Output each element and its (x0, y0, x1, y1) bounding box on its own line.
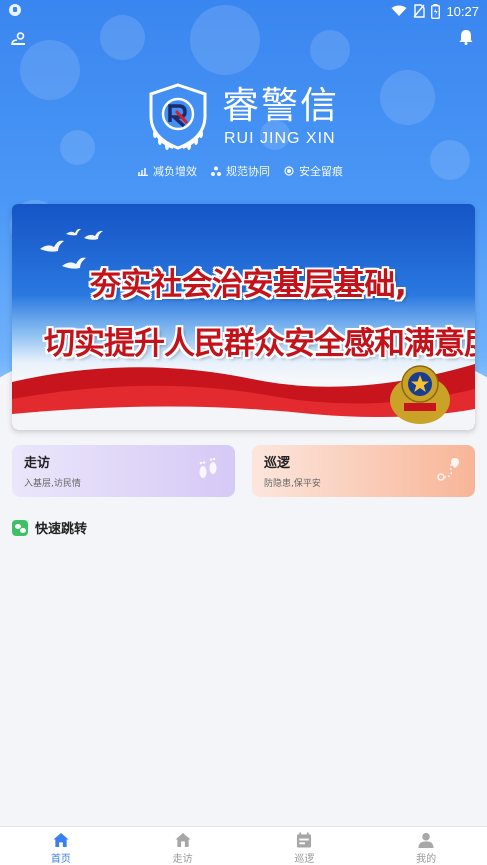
quick-jump-section: 快速跳转 (12, 518, 87, 537)
calendar-icon (297, 832, 312, 848)
nav-item-visit[interactable]: 走访 (122, 827, 244, 865)
battery-icon (431, 3, 441, 19)
tagline-label: 减负增效 (153, 165, 197, 178)
wechat-icon (12, 519, 28, 536)
nav-item-mine[interactable]: 我的 (365, 827, 487, 865)
user-icon (418, 832, 434, 848)
tagline-item: 安全留痕 (284, 163, 343, 179)
shield-status-icon (9, 4, 21, 16)
wifi-icon (391, 5, 407, 16)
visit-card-subtitle: 入基层,访民情 (24, 479, 81, 489)
nav-label: 首页 (50, 854, 71, 865)
visit-card[interactable]: 走访 入基层,访民情 (12, 445, 235, 497)
visit-card-title: 走访 (24, 456, 51, 471)
nodes-icon (211, 166, 221, 176)
banner-headline-2: 切实提升人民群众安全感和满意度 (44, 326, 475, 362)
footprints-icon (199, 457, 217, 478)
location-user-icon[interactable] (11, 32, 26, 46)
tagline-row: 减负增效 规范协同 安全留痕 (138, 163, 343, 179)
status-bar: 10:27 (0, 0, 487, 22)
route-pin-icon (437, 458, 459, 481)
bell-icon[interactable] (459, 29, 473, 45)
tagline-label: 规范协同 (226, 165, 270, 178)
brand-subtitle: RUI JING XIN (224, 130, 336, 147)
nav-label: 巡逻 (294, 854, 315, 865)
eye-icon (284, 166, 294, 176)
tagline-item: 规范协同 (211, 163, 270, 179)
home-icon (53, 832, 69, 848)
police-shield-logo (149, 83, 207, 150)
tagline-label: 安全留痕 (299, 165, 343, 178)
patrol-card[interactable]: 巡逻 防隐患,保平安 (252, 445, 475, 497)
house-icon (175, 832, 191, 848)
no-sim-icon (413, 4, 426, 18)
bottom-nav: 首页 走访 巡逻 我的 (0, 826, 487, 865)
status-time: 10:27 (446, 3, 479, 19)
patrol-card-title: 巡逻 (264, 456, 291, 471)
patrol-card-subtitle: 防隐患,保平安 (264, 479, 321, 489)
nav-item-home[interactable]: 首页 (0, 827, 122, 865)
nav-label: 我的 (416, 854, 437, 865)
nav-item-patrol[interactable]: 巡逻 (244, 827, 366, 865)
chart-icon (138, 168, 148, 176)
banner-headline-1: 夯实社会治安基层基础, (90, 267, 407, 303)
quick-jump-label: 快速跳转 (35, 522, 88, 537)
promo-banner[interactable]: 夯实社会治安基层基础, 切实提升人民群众安全感和满意度 (12, 204, 475, 430)
nav-label: 走访 (172, 854, 193, 865)
brand-title: 睿警信 (222, 84, 339, 127)
tagline-item: 减负增效 (138, 163, 197, 179)
